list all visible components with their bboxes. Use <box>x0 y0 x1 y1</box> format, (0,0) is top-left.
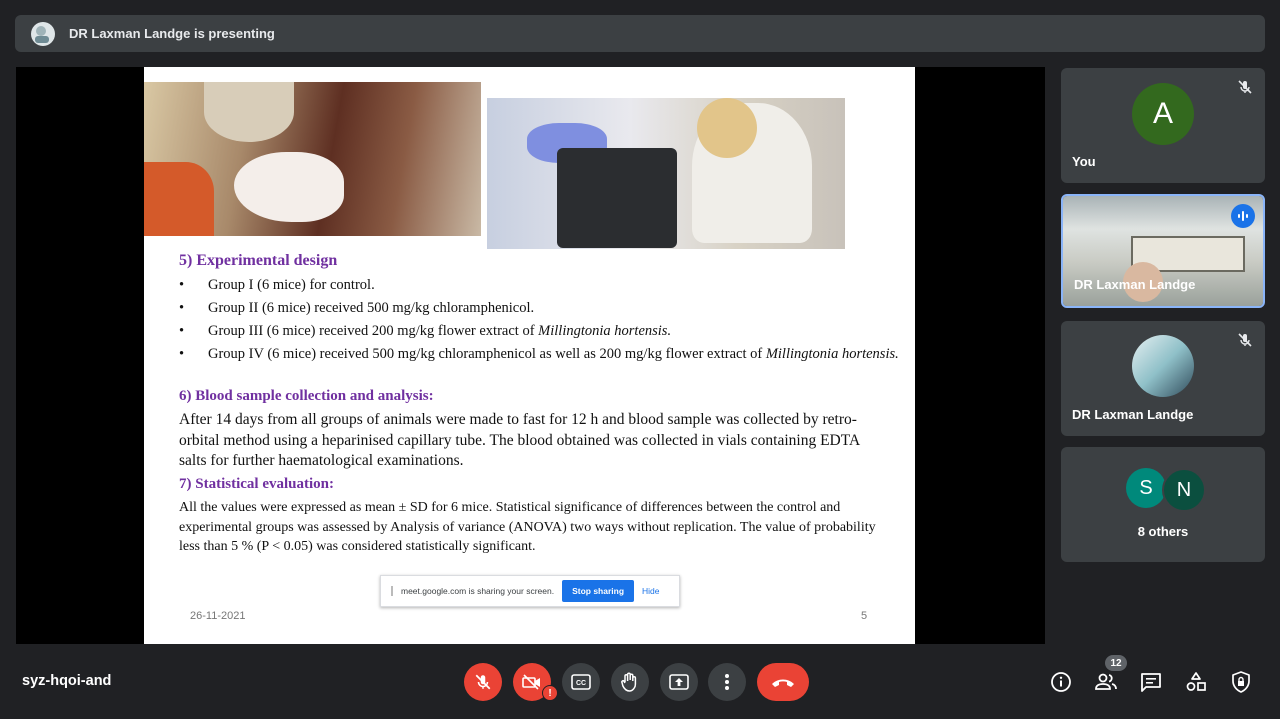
slide-page-number: 5 <box>861 610 868 622</box>
more-vert-icon <box>725 674 729 690</box>
mic-off-icon <box>1238 333 1252 347</box>
drag-handle[interactable] <box>391 586 393 596</box>
activities-icon <box>1186 672 1206 691</box>
participant-name: You <box>1072 154 1096 169</box>
screen-share-bar: meet.google.com is sharing your screen. … <box>380 575 680 607</box>
end-call-icon <box>772 679 794 687</box>
presenting-text: DR Laxman Landge is presenting <box>69 26 275 41</box>
raise-hand-button[interactable] <box>611 663 649 701</box>
list-item: • Group III (6 mice) received 200 mg/kg f… <box>179 323 672 339</box>
meeting-code: syz-hqoi-and <box>22 673 112 689</box>
list-item: • Group II (6 mice) received 500 mg/kg ch… <box>179 300 535 316</box>
shield-lock-icon <box>1232 671 1250 693</box>
section-heading-blood: 6) Blood sample collection and analysis: <box>179 388 434 404</box>
list-item: • Group IV (6 mice) received 500 mg/kg ch… <box>179 346 899 362</box>
present-screen-button[interactable] <box>660 663 698 701</box>
captions-icon: CC <box>571 674 591 690</box>
mic-toggle-button[interactable] <box>464 663 502 701</box>
avatar <box>1132 335 1194 397</box>
share-status-text: meet.google.com is sharing your screen. <box>401 586 555 596</box>
presenter-avatar-icon <box>31 21 55 46</box>
design-bullet-list: • Group I (6 mice) for control. • Group II… <box>179 276 899 368</box>
mic-off-icon <box>1238 80 1252 94</box>
present-screen-icon <box>669 674 689 690</box>
blood-paragraph: After 14 days from all groups of animals… <box>179 411 860 469</box>
chat-button[interactable] <box>1139 670 1163 694</box>
participant-count-badge: 12 <box>1105 655 1127 671</box>
stop-sharing-button[interactable]: Stop sharing <box>562 580 635 602</box>
participant-tile-others[interactable]: S N 8 others <box>1061 447 1265 562</box>
host-controls-button[interactable] <box>1229 670 1253 694</box>
raise-hand-icon <box>621 672 637 692</box>
mic-off-icon <box>475 674 491 690</box>
participant-tile-presenter[interactable]: DR Laxman Landge <box>1061 321 1265 436</box>
avatar: A <box>1132 83 1194 145</box>
slide-date: 26-11-2021 <box>190 610 246 622</box>
activities-button[interactable] <box>1184 670 1208 694</box>
camera-alert-badge: ! <box>542 685 558 701</box>
participant-tile-you[interactable]: A You <box>1061 68 1265 183</box>
camera-off-icon <box>522 674 540 690</box>
people-button[interactable] <box>1094 670 1118 694</box>
participant-name: DR Laxman Landge <box>1072 407 1194 422</box>
stats-paragraph: All the values were expressed as mean ± … <box>179 500 876 554</box>
more-options-button[interactable] <box>708 663 746 701</box>
captions-button[interactable]: CC <box>562 663 600 701</box>
participant-name: DR Laxman Landge <box>1074 277 1196 292</box>
slide: 5) Experimental design • Group I (6 mice)… <box>144 67 915 644</box>
svg-text:CC: CC <box>576 680 586 687</box>
info-icon <box>1051 672 1071 692</box>
presenting-banner: DR Laxman Landge is presenting <box>15 15 1265 52</box>
chat-icon <box>1141 673 1161 692</box>
people-icon <box>1095 673 1117 690</box>
avatar: N <box>1162 468 1206 512</box>
speaking-indicator-icon <box>1231 204 1255 228</box>
others-count: 8 others <box>1137 524 1189 539</box>
presentation-stage: 5) Experimental design • Group I (6 mice)… <box>16 67 1045 644</box>
meeting-details-button[interactable] <box>1049 670 1073 694</box>
section-heading-design: 5) Experimental design <box>179 252 338 269</box>
avatar: S <box>1126 468 1166 508</box>
participant-tile-presenter-camera[interactable]: DR Laxman Landge <box>1061 194 1265 308</box>
slide-photo-lab <box>487 98 845 249</box>
hide-button[interactable]: Hide <box>642 586 659 596</box>
section-heading-stats: 7) Statistical evaluation: <box>179 476 334 492</box>
leave-call-button[interactable] <box>757 663 809 701</box>
slide-photo-mouse <box>144 82 481 236</box>
list-item: • Group I (6 mice) for control. <box>179 277 375 293</box>
